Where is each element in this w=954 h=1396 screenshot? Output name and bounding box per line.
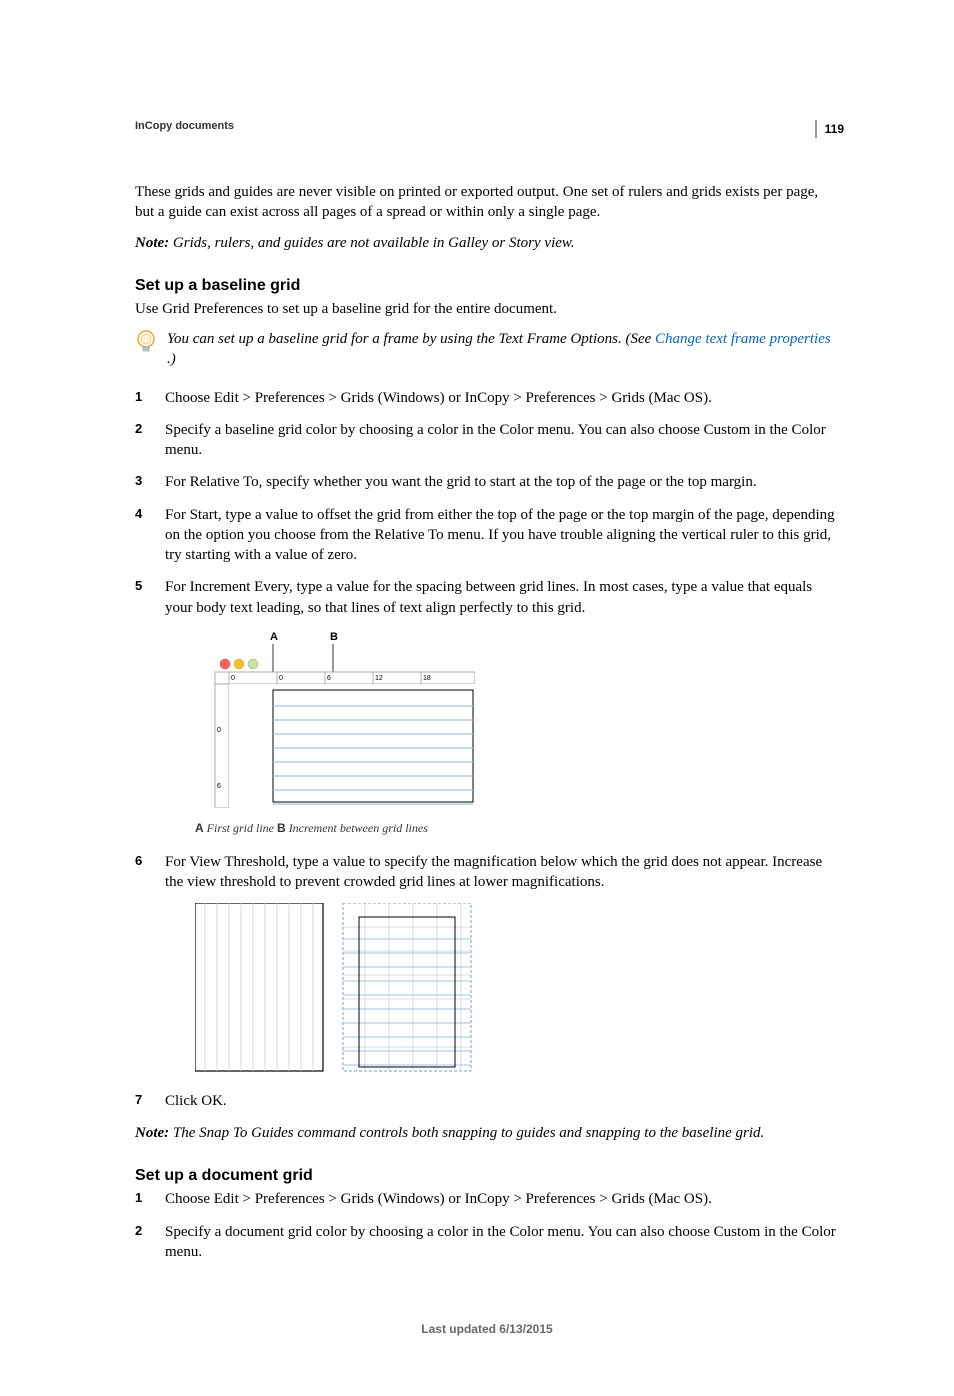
intro-paragraph: These grids and guides are never visible… (135, 182, 839, 223)
step-1: Choose Edit > Preferences > Grids (Windo… (135, 388, 839, 408)
page-number: 119 (815, 120, 844, 138)
steps-document-grid: Choose Edit > Preferences > Grids (Windo… (135, 1189, 839, 1262)
svg-text:18: 18 (423, 675, 431, 682)
footer-updated: Last updated 6/13/2015 (135, 1322, 839, 1336)
svg-text:12: 12 (375, 675, 383, 682)
figure-baseline-grid: A B 0 (195, 628, 839, 814)
step-2: Specify a baseline grid color by choosin… (135, 420, 839, 461)
caption-a-letter: A (195, 821, 204, 835)
figure-view-threshold (195, 903, 839, 1079)
caption-b-text: Increment between grid lines (286, 821, 428, 835)
doc-step-1: Choose Edit > Preferences > Grids (Windo… (135, 1189, 839, 1209)
zoom-icon (248, 659, 258, 669)
svg-text:0: 0 (231, 675, 235, 682)
link-change-text-frame-properties[interactable]: Change text frame properties (655, 331, 831, 347)
step-7: Click OK. (135, 1091, 839, 1111)
step-3: For Relative To, specify whether you wan… (135, 472, 839, 492)
note-text: Grids, rulers, and guides are not availa… (169, 235, 574, 251)
note-snap-to-guides: Note: The Snap To Guides command control… (135, 1123, 839, 1143)
heading-document-grid: Set up a document grid (135, 1167, 839, 1185)
note2-text: The Snap To Guides command controls both… (169, 1125, 764, 1141)
steps-baseline-grid: Choose Edit > Preferences > Grids (Windo… (135, 388, 839, 1112)
svg-text:6: 6 (217, 783, 221, 790)
section1-intro: Use Grid Preferences to set up a baselin… (135, 299, 839, 319)
tip-prefix: You can set up a baseline grid for a fra… (167, 331, 655, 347)
tip: You can set up a baseline grid for a fra… (135, 329, 839, 370)
heading-baseline-grid: Set up a baseline grid (135, 277, 839, 295)
caption-a-text: First grid line (204, 821, 277, 835)
chapter-header: InCopy documents (135, 120, 839, 132)
svg-text:0: 0 (217, 727, 221, 734)
step-5-text: For Increment Every, type a value for th… (165, 579, 812, 615)
figure-baseline-caption: A First grid line B Increment between gr… (195, 820, 839, 836)
note-galley-story: Note: Grids, rulers, and guides are not … (135, 233, 839, 253)
note2-label: Note: (135, 1125, 169, 1141)
step-5: For Increment Every, type a value for th… (135, 577, 839, 836)
lightbulb-icon (135, 329, 161, 355)
caption-b-letter: B (277, 821, 286, 835)
svg-text:6: 6 (327, 675, 331, 682)
tip-text: You can set up a baseline grid for a fra… (167, 329, 839, 370)
tip-suffix: .) (167, 351, 176, 367)
minimize-icon (234, 659, 244, 669)
step-4: For Start, type a value to offset the gr… (135, 505, 839, 566)
note-label: Note: (135, 235, 169, 251)
step-6: For View Threshold, type a value to spec… (135, 852, 839, 1079)
fig-label-b: B (330, 631, 338, 643)
close-icon (220, 659, 230, 669)
step-6-text: For View Threshold, type a value to spec… (165, 854, 822, 890)
svg-text:0: 0 (279, 675, 283, 682)
doc-step-2: Specify a document grid color by choosin… (135, 1222, 839, 1263)
fig-label-a: A (270, 631, 278, 643)
